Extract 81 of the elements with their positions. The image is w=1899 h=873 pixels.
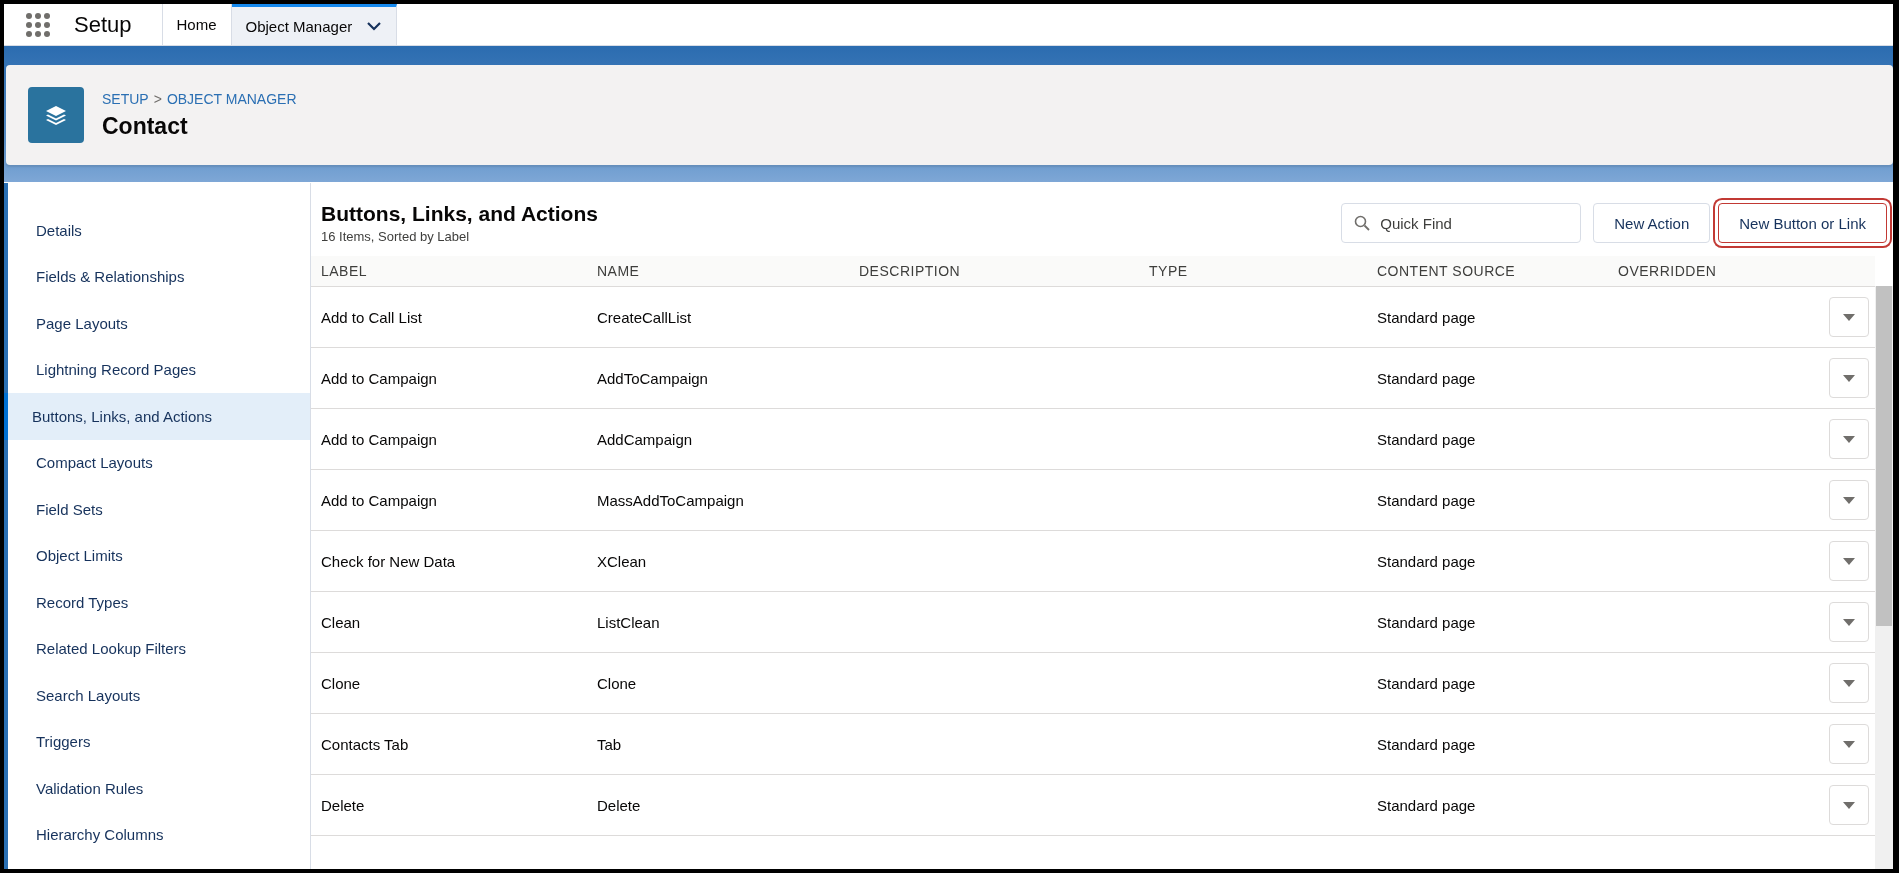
row-actions-button[interactable] xyxy=(1829,663,1869,703)
table-cell: Standard page xyxy=(1377,735,1476,753)
table-cell: Add to Call List xyxy=(321,308,422,326)
caret-down-icon xyxy=(1843,313,1855,321)
caret-down-icon xyxy=(1843,557,1855,565)
column-header[interactable]: CONTENT SOURCE xyxy=(1367,263,1608,279)
table-cell: Check for New Data xyxy=(321,552,456,570)
column-header[interactable]: LABEL xyxy=(311,263,587,279)
layers-icon xyxy=(44,103,68,127)
table-cell: Standard page xyxy=(1377,430,1476,448)
scrollbar[interactable] xyxy=(1875,286,1893,869)
row-actions-button[interactable] xyxy=(1829,419,1869,459)
table-cell: Standard page xyxy=(1377,552,1476,570)
section-title: Buttons, Links, and Actions xyxy=(321,202,599,226)
table-cell: Add to Campaign xyxy=(321,369,437,387)
table-cell: Add to Campaign xyxy=(321,430,437,448)
sidebar-item[interactable]: Search Layouts xyxy=(8,672,310,719)
nav-tab[interactable]: Home xyxy=(162,4,232,45)
sidebar-item[interactable]: Details xyxy=(8,207,310,254)
sidebar-item[interactable]: Fields & Relationships xyxy=(8,253,310,300)
column-header[interactable]: TYPE xyxy=(1139,263,1367,279)
row-actions-button[interactable] xyxy=(1829,480,1869,520)
table-cell: Add to Campaign xyxy=(321,491,437,509)
breadcrumb-link[interactable]: SETUP xyxy=(102,90,149,107)
caret-down-icon xyxy=(1843,801,1855,809)
sidebar-item[interactable]: Field Sets xyxy=(8,486,310,533)
table-cell: MassAddToCampaign xyxy=(597,491,744,509)
table-cell: AddCampaign xyxy=(597,430,693,448)
table-cell: Contacts Tab xyxy=(321,735,409,753)
sidebar-item[interactable]: Page Layouts xyxy=(8,300,310,347)
sidebar-item[interactable]: Validation Rules xyxy=(8,765,310,812)
table-cell: Delete xyxy=(321,796,365,814)
search-icon xyxy=(1354,215,1371,231)
row-actions-button[interactable] xyxy=(1829,724,1869,764)
table-cell: AddToCampaign xyxy=(597,369,708,387)
table-cell: Standard page xyxy=(1377,369,1476,387)
table-cell: Clone xyxy=(597,674,637,692)
caret-down-icon xyxy=(1843,740,1855,748)
table-cell: Standard page xyxy=(1377,491,1476,509)
sidebar-item[interactable]: Record Types xyxy=(8,579,310,626)
table-cell: Delete xyxy=(597,796,641,814)
caret-down-icon xyxy=(1843,496,1855,504)
row-actions-button[interactable] xyxy=(1829,297,1869,337)
table-cell: Standard page xyxy=(1377,308,1476,326)
table-cell: Standard page xyxy=(1377,613,1476,631)
caret-down-icon xyxy=(1843,618,1855,626)
breadcrumb-link[interactable]: OBJECT MANAGER xyxy=(166,90,297,107)
nav-tab[interactable]: Object Manager xyxy=(231,4,398,45)
sidebar-item[interactable]: Related Lookup Filters xyxy=(8,625,310,672)
caret-down-icon xyxy=(1843,435,1855,443)
app-name: Setup xyxy=(64,4,163,45)
column-header[interactable]: OVERRIDDEN xyxy=(1608,263,1815,279)
table-cell: XClean xyxy=(597,552,647,570)
search-field[interactable]: Quick Find xyxy=(1341,203,1582,243)
caret-down-icon xyxy=(1843,679,1855,687)
grid-icon xyxy=(25,11,51,38)
column-header[interactable]: DESCRIPTION xyxy=(849,263,1139,279)
action-button[interactable]: New Action xyxy=(1593,203,1711,243)
page-title: Contact xyxy=(102,112,189,140)
row-actions-button[interactable] xyxy=(1829,785,1869,825)
table-cell: Clone xyxy=(321,674,361,692)
sidebar-item[interactable]: Lightning Record Pages xyxy=(8,346,310,393)
breadcrumb-separator: > xyxy=(153,90,162,107)
item-count: 16 Items, Sorted by Label xyxy=(321,229,471,244)
sidebar-item[interactable]: Triggers xyxy=(8,718,310,765)
table-cell: Clean xyxy=(321,613,361,631)
sidebar-item[interactable]: Hierarchy Columns xyxy=(8,811,310,858)
table-cell: ListClean xyxy=(597,613,660,631)
sidebar-item[interactable]: Object Limits xyxy=(8,532,310,579)
sidebar-item[interactable]: Buttons, Links, and Actions xyxy=(4,393,310,440)
table-cell: Tab xyxy=(597,735,622,753)
column-header[interactable]: NAME xyxy=(587,263,849,279)
caret-down-icon xyxy=(1843,374,1855,382)
scrollbar-thumb[interactable] xyxy=(1876,286,1892,626)
sidebar-item[interactable]: Compact Layouts xyxy=(8,439,310,486)
row-actions-button[interactable] xyxy=(1829,541,1869,581)
table-cell: Standard page xyxy=(1377,796,1476,814)
row-actions-button[interactable] xyxy=(1829,602,1869,642)
table-cell: Standard page xyxy=(1377,674,1476,692)
table-cell: CreateCallList xyxy=(597,308,692,326)
row-actions-button[interactable] xyxy=(1829,358,1869,398)
